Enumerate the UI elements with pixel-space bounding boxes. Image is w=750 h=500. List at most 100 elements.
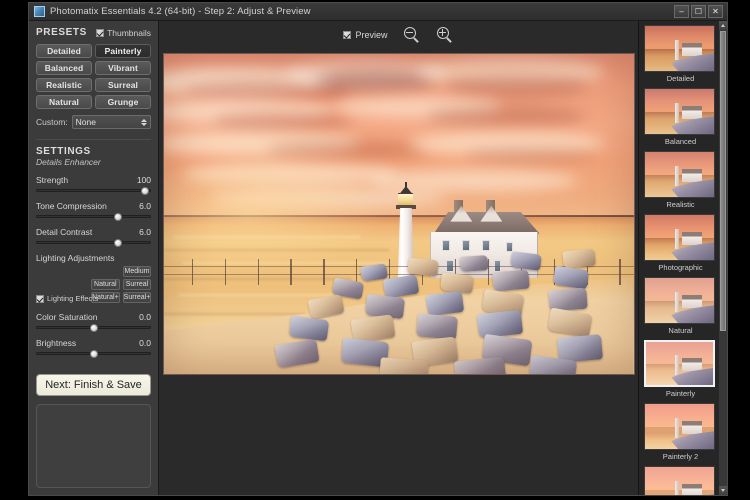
slider-tone-compression-value: 6.0 (139, 201, 151, 211)
preset-button-grid: Detailed Painterly Balanced Vibrant Real… (36, 44, 151, 109)
photomatix-app-icon (34, 6, 45, 17)
slider-color-saturation-thumb[interactable] (90, 324, 98, 332)
preset-balanced-button[interactable]: Balanced (36, 61, 92, 75)
slider-color-saturation-value: 0.0 (139, 312, 151, 322)
screen: Photomatix Essentials 4.2 (64-bit) - Ste… (0, 0, 750, 500)
scroll-down-arrow-icon[interactable] (719, 486, 727, 495)
next-finish-save-button[interactable]: Next: Finish & Save (36, 374, 151, 396)
thumbnails-label: Thumbnails (107, 28, 151, 38)
lighting-medium-button[interactable]: Medium (123, 266, 152, 277)
scroll-up-arrow-icon[interactable] (719, 21, 727, 30)
lighting-adjustments-group: Medium Natural Surreal Natural+ Surreal+… (36, 266, 151, 303)
thumbnails-checkbox-icon[interactable] (96, 29, 104, 37)
preview-toolbar: Preview (159, 21, 638, 49)
custom-preset-label: Custom: (36, 117, 68, 127)
preset-painterly-button[interactable]: Painterly (95, 44, 151, 58)
lighting-natural-button[interactable]: Natural (91, 279, 120, 290)
window-body: PRESETS Thumbnails Detailed Painterly Ba… (29, 21, 727, 495)
preview-image[interactable] (163, 53, 635, 375)
lighting-surreal-plus-button[interactable]: Surreal+ (123, 292, 152, 303)
slider-color-saturation-label: Color Saturation (36, 312, 97, 322)
presets-heading: PRESETS (36, 27, 87, 38)
next-button-wrap: Next: Finish & Save (29, 364, 158, 396)
thumbnail-photographic[interactable]: Photographic (644, 214, 717, 272)
thumbnail-painterly[interactable]: Painterly (644, 340, 717, 398)
slider-color-saturation-header: Color Saturation 0.0 (36, 312, 151, 322)
thumbnail-painterly-2-label: Painterly 2 (644, 452, 717, 461)
slider-brightness-track[interactable] (36, 352, 151, 355)
preset-natural-button[interactable]: Natural (36, 95, 92, 109)
preview-canvas (159, 49, 638, 495)
slider-brightness-value: 0.0 (139, 338, 151, 348)
lighting-effects-checkbox-icon[interactable] (36, 295, 44, 303)
slider-detail-contrast-track[interactable] (36, 241, 151, 244)
lighting-effects-label: Lighting Effects (47, 294, 98, 303)
photo-rocks (164, 227, 634, 374)
presets-header: PRESETS Thumbnails (36, 27, 151, 38)
lighting-surreal-button[interactable]: Surreal (123, 279, 152, 290)
preset-surreal-button[interactable]: Surreal (95, 78, 151, 92)
lighting-button-grid: Medium Natural Surreal Natural+ Surreal+ (91, 266, 151, 303)
zoom-in-icon[interactable] (437, 27, 454, 44)
preset-thumbnails-panel: Detailed Balanced (639, 21, 727, 495)
slider-brightness-thumb[interactable] (90, 350, 98, 358)
scrollbar-thumb[interactable] (720, 31, 726, 331)
maximize-button[interactable]: ☐ (691, 5, 706, 18)
slider-tone-compression-track[interactable] (36, 215, 151, 218)
slider-tone-compression-label: Tone Compression (36, 201, 107, 211)
minimize-button[interactable]: – (674, 5, 689, 18)
slider-tone-compression-header: Tone Compression 6.0 (36, 201, 151, 211)
thumbnail-painterly-label: Painterly (644, 389, 717, 398)
thumbnail-natural-label: Natural (644, 326, 717, 335)
slider-color-saturation: Color Saturation 0.0 (36, 312, 151, 329)
slider-brightness-label: Brightness (36, 338, 76, 348)
slider-detail-contrast-thumb[interactable] (114, 239, 122, 247)
settings-subtitle: Details Enhancer (36, 157, 151, 167)
thumbnail-painterly-2[interactable]: Painterly 2 (644, 403, 717, 461)
slider-color-saturation-track[interactable] (36, 326, 151, 329)
slider-detail-contrast-header: Detail Contrast 6.0 (36, 227, 151, 237)
thumbnail-detailed[interactable]: Detailed (644, 25, 717, 83)
thumbnail-natural[interactable]: Natural (644, 277, 717, 335)
thumbnail-scrollbar[interactable] (718, 21, 727, 495)
preset-thumbnail-list: Detailed Balanced (639, 21, 727, 495)
controls-panel-inner: PRESETS Thumbnails Detailed Painterly Ba… (29, 27, 158, 364)
thumbnail-partial[interactable] (644, 466, 717, 495)
preview-label: Preview (355, 30, 387, 40)
thumbnail-balanced[interactable]: Balanced (644, 88, 717, 146)
slider-tone-compression-thumb[interactable] (114, 213, 122, 221)
thumbnail-balanced-label: Balanced (644, 137, 717, 146)
controls-panel: PRESETS Thumbnails Detailed Painterly Ba… (29, 21, 159, 495)
close-button[interactable]: ✕ (708, 5, 723, 18)
slider-strength-value: 100 (137, 175, 151, 185)
thumbnail-realistic-label: Realistic (644, 200, 717, 209)
spinner-arrows-icon[interactable] (141, 119, 147, 126)
settings-heading: SETTINGS (36, 146, 151, 157)
empty-panel-area (36, 404, 151, 488)
lighting-adjustments-label: Lighting Adjustments (36, 253, 151, 263)
application-window: Photomatix Essentials 4.2 (64-bit) - Ste… (28, 2, 728, 496)
panel-divider (36, 139, 151, 140)
slider-detail-contrast-value: 6.0 (139, 227, 151, 237)
preset-detailed-button[interactable]: Detailed (36, 44, 92, 58)
zoom-out-icon[interactable] (404, 27, 421, 44)
title-bar: Photomatix Essentials 4.2 (64-bit) - Ste… (29, 3, 727, 21)
thumbnail-detailed-label: Detailed (644, 74, 717, 83)
slider-strength-thumb[interactable] (141, 187, 149, 195)
thumbnail-realistic[interactable]: Realistic (644, 151, 717, 209)
preset-vibrant-button[interactable]: Vibrant (95, 61, 151, 75)
lighting-effects-toggle[interactable]: Lighting Effects (36, 294, 98, 303)
preview-area: Preview (159, 21, 639, 495)
custom-preset-value: None (76, 117, 96, 127)
custom-preset-select[interactable]: None (72, 115, 151, 129)
slider-detail-contrast: Detail Contrast 6.0 (36, 227, 151, 244)
slider-brightness: Brightness 0.0 (36, 338, 151, 355)
preview-checkbox-icon[interactable] (343, 31, 351, 39)
slider-strength-track[interactable] (36, 189, 151, 192)
preview-toggle[interactable]: Preview (343, 30, 387, 40)
preset-realistic-button[interactable]: Realistic (36, 78, 92, 92)
slider-strength-label: Strength (36, 175, 68, 185)
preset-grunge-button[interactable]: Grunge (95, 95, 151, 109)
thumbnails-toggle[interactable]: Thumbnails (96, 28, 151, 38)
slider-strength-header: Strength 100 (36, 175, 151, 185)
